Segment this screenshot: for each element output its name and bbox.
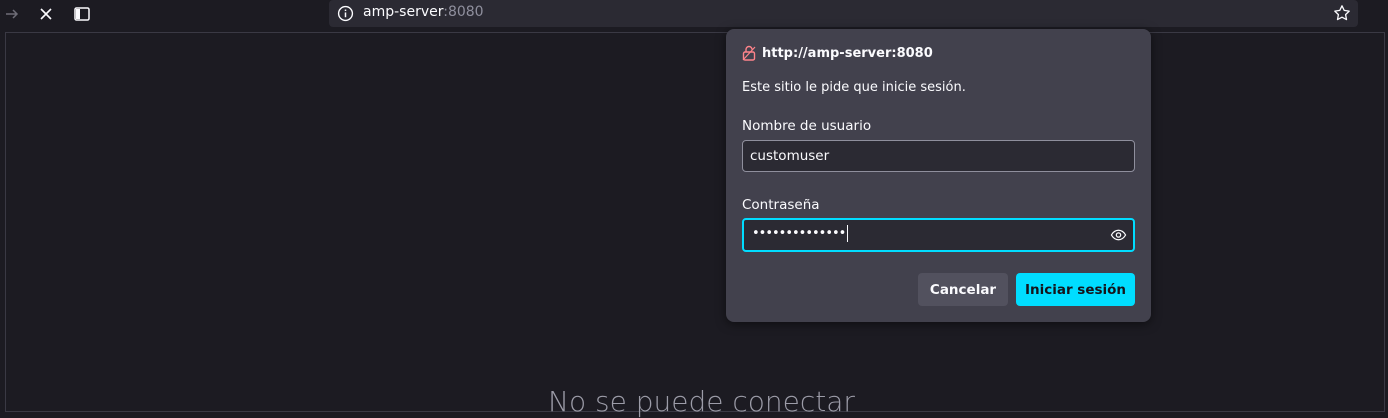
eye-icon[interactable] [1110,227,1127,243]
browser-toolbar: amp-server:8080 [0,0,1388,28]
arrow-right-icon [6,9,19,19]
sidebar-icon [74,7,90,21]
info-icon[interactable] [337,5,354,22]
url-port: :8080 [443,4,484,20]
login-button[interactable]: Iniciar sesión [1016,273,1135,306]
close-icon [40,8,52,20]
dialog-header: http://amp-server:8080 [742,44,933,62]
page-content [5,32,1385,412]
stop-button[interactable] [34,2,58,26]
auth-dialog: http://amp-server:8080 Este sitio le pid… [726,29,1151,322]
username-input[interactable] [743,141,1134,171]
dialog-message: Este sitio le pide que inicie sesión. [742,80,966,95]
text-caret [847,225,849,242]
insecure-lock-icon [742,45,756,61]
url-bar[interactable]: amp-server:8080 [329,0,1358,27]
password-label: Contraseña [742,197,820,213]
url-text[interactable]: amp-server:8080 [363,4,484,20]
sidebar-button[interactable] [70,2,94,26]
url-host: amp-server [363,4,444,20]
password-mask: •••••••••••••• [752,226,846,241]
password-input[interactable]: •••••••••••••• [752,225,849,242]
forward-button[interactable] [0,2,24,26]
cancel-button[interactable]: Cancelar [918,273,1008,306]
username-field-box [742,140,1135,172]
username-label: Nombre de usuario [742,118,872,134]
star-icon[interactable] [1333,4,1351,22]
error-title: No se puede conectar [548,385,855,418]
dialog-origin: http://amp-server:8080 [762,45,933,61]
password-field[interactable]: •••••••••••••• [742,218,1135,252]
